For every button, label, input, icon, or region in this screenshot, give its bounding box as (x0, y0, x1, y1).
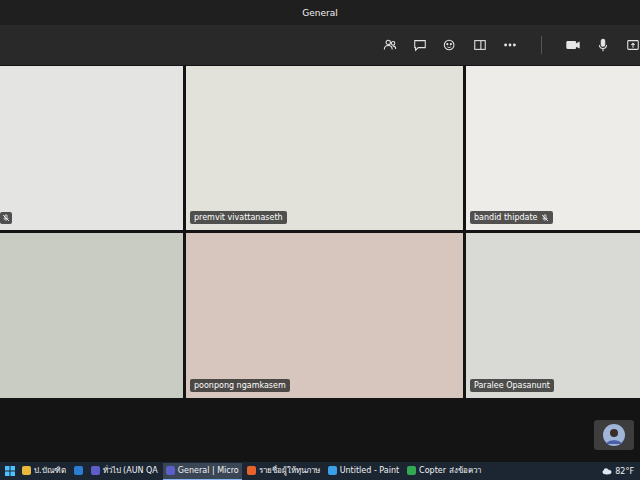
participant-name: bandid thipdate (474, 213, 538, 222)
taskbar-item[interactable]: General | Micro (163, 463, 242, 480)
toolbar-separator (541, 36, 542, 54)
share-icon (626, 38, 640, 52)
name-tag: Paralee Opasanunt (470, 379, 554, 392)
windows-logo-icon (5, 466, 15, 476)
temperature: 82°F (615, 467, 634, 476)
app-icon (74, 466, 83, 475)
taskbar-label: รายชื่อผู้ให้ทุนภาษ (259, 464, 320, 477)
taskbar-label: ป.บัณฑิต (34, 464, 66, 477)
taskbar-label: ทั่วไป (AUN QA (103, 464, 158, 477)
participant-name: Paralee Opasanunt (474, 381, 550, 390)
self-avatar-icon (603, 424, 625, 446)
app-icon (247, 466, 256, 475)
meeting-toolbar (0, 25, 640, 65)
view-icon (473, 38, 487, 52)
participant-tile[interactable]: premvit vivattanaseth (186, 66, 463, 230)
video-grid: premvit vivattanaseth bandid thipdate po… (0, 66, 640, 398)
participant-tile[interactable] (0, 66, 183, 230)
participant-tile[interactable]: bandid thipdate (466, 66, 640, 230)
start-button[interactable] (3, 466, 17, 476)
more-icon (503, 38, 517, 52)
name-tag: poonpong ngamkasem (190, 379, 290, 392)
participants-button[interactable] (383, 38, 397, 52)
participant-tile[interactable]: Paralee Opasanunt (466, 233, 640, 398)
participant-tile[interactable] (0, 233, 183, 398)
taskbar-label: General | Micro (178, 466, 239, 475)
cloud-icon (602, 466, 612, 476)
app-icon (22, 466, 31, 475)
camera-button[interactable] (566, 38, 580, 52)
mic-muted-icon (2, 214, 10, 222)
teams-meeting-window: General premvit vivattanaseth bandid thi… (0, 0, 640, 480)
title-bar: General (0, 0, 640, 25)
window-title: General (302, 8, 337, 18)
app-icon (407, 466, 416, 475)
name-tag: bandid thipdate (470, 211, 553, 224)
participant-name: premvit vivattanaseth (194, 213, 283, 222)
participant-tile[interactable]: poonpong ngamkasem (186, 233, 463, 398)
taskbar-item[interactable]: รายชื่อผู้ให้ทุนภาษ (244, 463, 323, 480)
app-icon (328, 466, 337, 475)
view-button[interactable] (473, 38, 487, 52)
taskbar-label: Copter ส่งข้อควา (419, 464, 480, 477)
taskbar-item[interactable]: Untitled - Paint (325, 463, 402, 480)
mic-muted-icon (541, 214, 549, 222)
reactions-icon (443, 38, 457, 52)
app-icon (91, 466, 100, 475)
more-button[interactable] (503, 38, 517, 52)
taskbar-item[interactable] (71, 463, 86, 480)
taskbar-label: Untitled - Paint (340, 466, 399, 475)
taskbar-item[interactable]: Copter ส่งข้อควา (404, 463, 483, 480)
participant-name: poonpong ngamkasem (194, 381, 286, 390)
share-button[interactable] (626, 38, 640, 52)
chat-button[interactable] (413, 38, 427, 52)
taskbar-item[interactable]: ทั่วไป (AUN QA (88, 463, 161, 480)
mic-icon (596, 38, 610, 52)
name-tag (0, 212, 12, 224)
video-stage: premvit vivattanaseth bandid thipdate po… (0, 65, 640, 462)
participants-icon (383, 38, 397, 52)
weather[interactable]: 82°F (602, 466, 637, 476)
taskbar-item[interactable]: ป.บัณฑิต (19, 463, 69, 480)
reactions-button[interactable] (443, 38, 457, 52)
chat-icon (413, 38, 427, 52)
taskbar: ป.บัณฑิต ทั่วไป (AUN QA General | Micro … (0, 462, 640, 480)
self-preview[interactable] (594, 420, 634, 450)
mic-button[interactable] (596, 38, 610, 52)
app-icon (166, 466, 175, 475)
camera-icon (566, 38, 580, 52)
name-tag: premvit vivattanaseth (190, 211, 287, 224)
